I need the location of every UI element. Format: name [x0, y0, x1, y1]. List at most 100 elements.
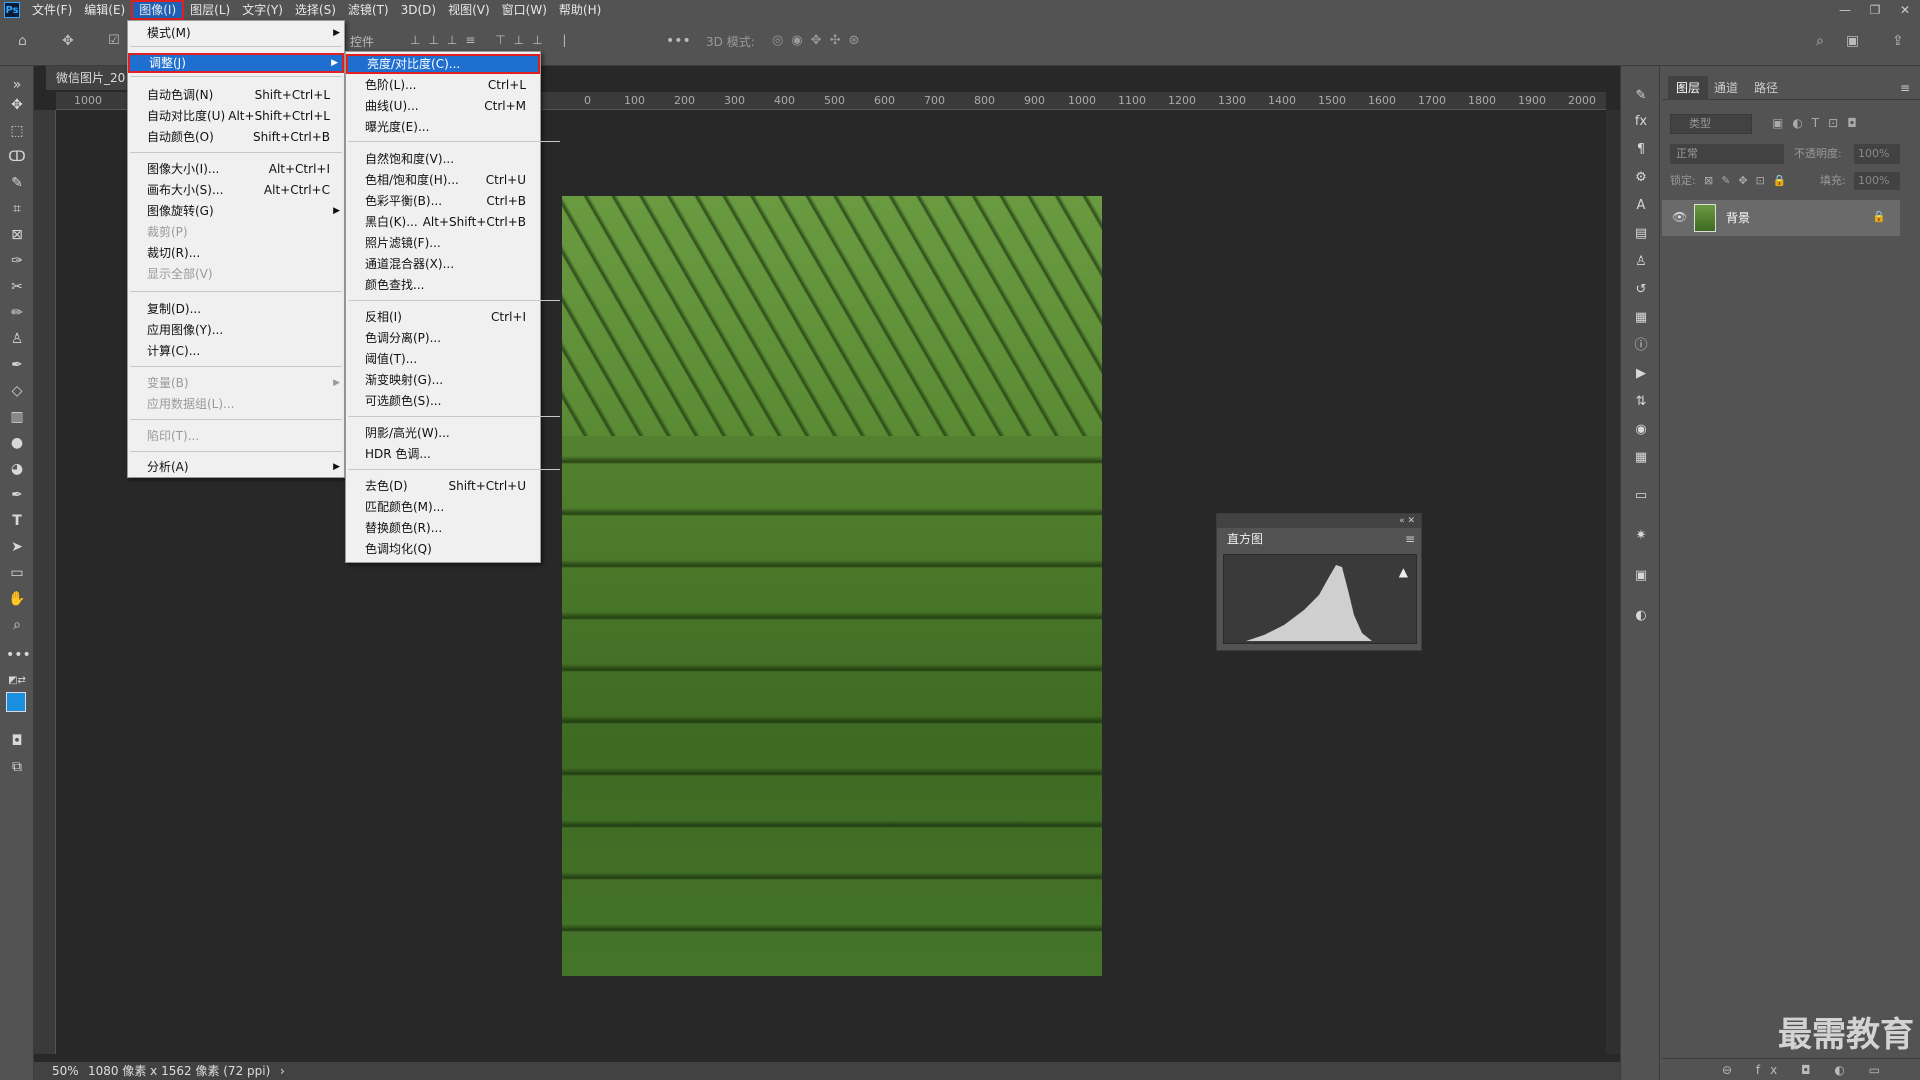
quick-mask-icon[interactable]: ◘	[6, 730, 28, 752]
info-icon[interactable]: ⓘ	[1631, 336, 1651, 356]
fill-input[interactable]: 100%	[1854, 172, 1900, 190]
color-icon[interactable]: ◐	[1631, 606, 1651, 626]
tab-layers[interactable]: 图层	[1668, 76, 1709, 100]
zoom-level[interactable]: 50%	[52, 1062, 79, 1080]
notes-icon[interactable]: ▭	[1631, 486, 1651, 506]
layer-comps-icon[interactable]: ⇅	[1631, 392, 1651, 412]
character-icon[interactable]: A	[1631, 196, 1651, 216]
menu-type[interactable]: 文字(Y)	[236, 0, 289, 20]
path-select-tool-icon[interactable]: ➤	[6, 536, 28, 558]
adjustments-icon[interactable]: ⚙	[1631, 168, 1651, 188]
menu-item-posterize[interactable]: 色调分离(P)...	[346, 328, 540, 348]
move-tool-icon[interactable]: ✥	[6, 94, 28, 116]
paragraph-icon[interactable]: ¶	[1631, 140, 1651, 160]
menu-item-photo-filter[interactable]: 照片滤镜(F)...	[346, 233, 540, 253]
menu-select[interactable]: 选择(S)	[289, 0, 342, 20]
layer-filter-input[interactable]: 类型	[1670, 114, 1752, 134]
auto-select-checkbox[interactable]: ☑	[108, 33, 120, 48]
3d-mode-icons[interactable]: ◎◉✥✣⊛	[772, 33, 867, 48]
tab-paths[interactable]: 路径	[1746, 76, 1786, 100]
dodge-tool-icon[interactable]: ◕	[6, 458, 28, 480]
navigator-icon[interactable]: ✷	[1631, 526, 1651, 546]
glyphs-icon[interactable]: ▤	[1631, 224, 1651, 244]
vertical-scrollbar[interactable]	[1606, 110, 1620, 1054]
menu-window[interactable]: 窗口(W)	[496, 0, 553, 20]
layer-filter-icons[interactable]: ▣◐T⊡◘	[1772, 116, 1866, 130]
lasso-tool-icon[interactable]: ↀ	[6, 146, 28, 168]
opacity-input[interactable]: 100%	[1854, 144, 1900, 164]
healing-tool-icon[interactable]: ✂	[6, 276, 28, 298]
menu-item-match-color[interactable]: 匹配颜色(M)...	[346, 497, 540, 517]
lock-icon[interactable]: 🔒	[1872, 210, 1886, 223]
screen-mode-icon[interactable]: ⧉	[6, 756, 28, 778]
menu-item-image-rotation[interactable]: 图像旋转(G) ▶	[128, 201, 344, 221]
lock-icons[interactable]: ⊠✎✥⊡🔒	[1704, 172, 1795, 190]
blend-mode-select[interactable]: 正常	[1670, 144, 1784, 164]
status-arrow-icon[interactable]: ›	[280, 1062, 285, 1080]
gradient-tool-icon[interactable]: ▥	[6, 406, 28, 428]
menu-3d[interactable]: 3D(D)	[395, 0, 442, 20]
marquee-tool-icon[interactable]: ⬚	[6, 120, 28, 142]
move-tool-icon[interactable]: ✥	[62, 33, 74, 49]
libraries-icon[interactable]: ▣	[1631, 566, 1651, 586]
eraser-tool-icon[interactable]: ◇	[6, 380, 28, 402]
foreground-color-swatch[interactable]	[6, 692, 26, 712]
history-brush-tool-icon[interactable]: ✒	[6, 354, 28, 376]
menu-item-invert[interactable]: 反相(I) Ctrl+I	[346, 307, 540, 327]
menu-item-auto-contrast[interactable]: 自动对比度(U) Alt+Shift+Ctrl+L	[128, 106, 344, 126]
shape-tool-icon[interactable]: ▭	[6, 562, 28, 584]
swatches-icon[interactable]: ◉	[1631, 420, 1651, 440]
default-colors-icon[interactable]: ◩⇄	[6, 670, 28, 692]
clone-source-icon[interactable]: ♙	[1631, 252, 1651, 272]
menu-item-exposure[interactable]: 曝光度(E)...	[346, 117, 540, 137]
zoom-tool-icon[interactable]: ⌕	[6, 614, 28, 636]
menu-item-color-lookup[interactable]: 颜色查找...	[346, 275, 540, 295]
layer-footer-icons[interactable]: ⊖ fx ◘ ◐ ▭ ⊞ 🗑	[1662, 1058, 1920, 1080]
menu-view[interactable]: 视图(V)	[442, 0, 496, 20]
menu-item-analysis[interactable]: 分析(A) ▶	[128, 457, 344, 477]
warning-icon[interactable]: ▲	[1399, 565, 1408, 579]
quick-select-tool-icon[interactable]: ✎	[6, 172, 28, 194]
more-options-icon[interactable]: •••	[666, 33, 691, 49]
menu-item-vibrance[interactable]: 自然饱和度(V)...	[346, 149, 540, 169]
panel-header[interactable]: « ✕	[1217, 514, 1421, 528]
menu-item-threshold[interactable]: 阈值(T)...	[346, 349, 540, 369]
brush-tool-icon[interactable]: ✏	[6, 302, 28, 324]
menu-item-calculations[interactable]: 计算(C)...	[128, 341, 344, 361]
menu-item-black-white[interactable]: 黑白(K)... Alt+Shift+Ctrl+B	[346, 212, 540, 232]
menu-item-trim[interactable]: 裁切(R)...	[128, 243, 344, 263]
menu-item-desaturate[interactable]: 去色(D) Shift+Ctrl+U	[346, 476, 540, 496]
menu-item-adjustments[interactable]: 调整(J) ▶	[128, 53, 344, 73]
menu-item-mode[interactable]: 模式(M) ▶	[128, 23, 344, 43]
visibility-eye-icon[interactable]: 👁	[1672, 210, 1687, 224]
type-tool-icon[interactable]: T	[6, 510, 28, 532]
styles-icon[interactable]: fx	[1631, 112, 1651, 132]
menu-help[interactable]: 帮助(H)	[553, 0, 607, 20]
menu-file[interactable]: 文件(F)	[26, 0, 78, 20]
menu-item-channel-mixer[interactable]: 通道混合器(X)...	[346, 254, 540, 274]
eyedropper-tool-icon[interactable]: ✑	[6, 250, 28, 272]
menu-item-image-size[interactable]: 图像大小(I)... Alt+Ctrl+I	[128, 159, 344, 179]
close-button[interactable]: ✕	[1890, 0, 1920, 20]
edit-toolbar-icon[interactable]: •••	[6, 644, 31, 666]
stamp-tool-icon[interactable]: ♙	[6, 328, 28, 350]
actions-icon[interactable]: ▶	[1631, 364, 1651, 384]
minimize-button[interactable]: —	[1830, 0, 1860, 20]
panel-collapse-icon[interactable]: »	[6, 74, 28, 96]
menu-item-shadows-highlights[interactable]: 阴影/高光(W)...	[346, 423, 540, 443]
menu-item-color-balance[interactable]: 色彩平衡(B)... Ctrl+B	[346, 191, 540, 211]
menu-item-replace-color[interactable]: 替换颜色(R)...	[346, 518, 540, 538]
menu-layer[interactable]: 图层(L)	[184, 0, 236, 20]
home-icon[interactable]: ⌂	[18, 33, 27, 49]
menu-edit[interactable]: 编辑(E)	[78, 0, 131, 20]
menu-item-gradient-map[interactable]: 渐变映射(G)...	[346, 370, 540, 390]
menu-item-auto-color[interactable]: 自动颜色(O) Shift+Ctrl+B	[128, 127, 344, 147]
menu-item-levels[interactable]: 色阶(L)... Ctrl+L	[346, 75, 540, 95]
properties-icon[interactable]: ▦	[1631, 308, 1651, 328]
history-icon[interactable]: ↺	[1631, 280, 1651, 300]
menu-item-duplicate[interactable]: 复制(D)...	[128, 299, 344, 319]
menu-item-hue-saturation[interactable]: 色相/饱和度(H)... Ctrl+U	[346, 170, 540, 190]
brush-settings-icon[interactable]: ✎	[1631, 86, 1651, 106]
menu-item-auto-tone[interactable]: 自动色调(N) Shift+Ctrl+L	[128, 85, 344, 105]
grid-icon[interactable]: ▦	[1631, 448, 1651, 468]
